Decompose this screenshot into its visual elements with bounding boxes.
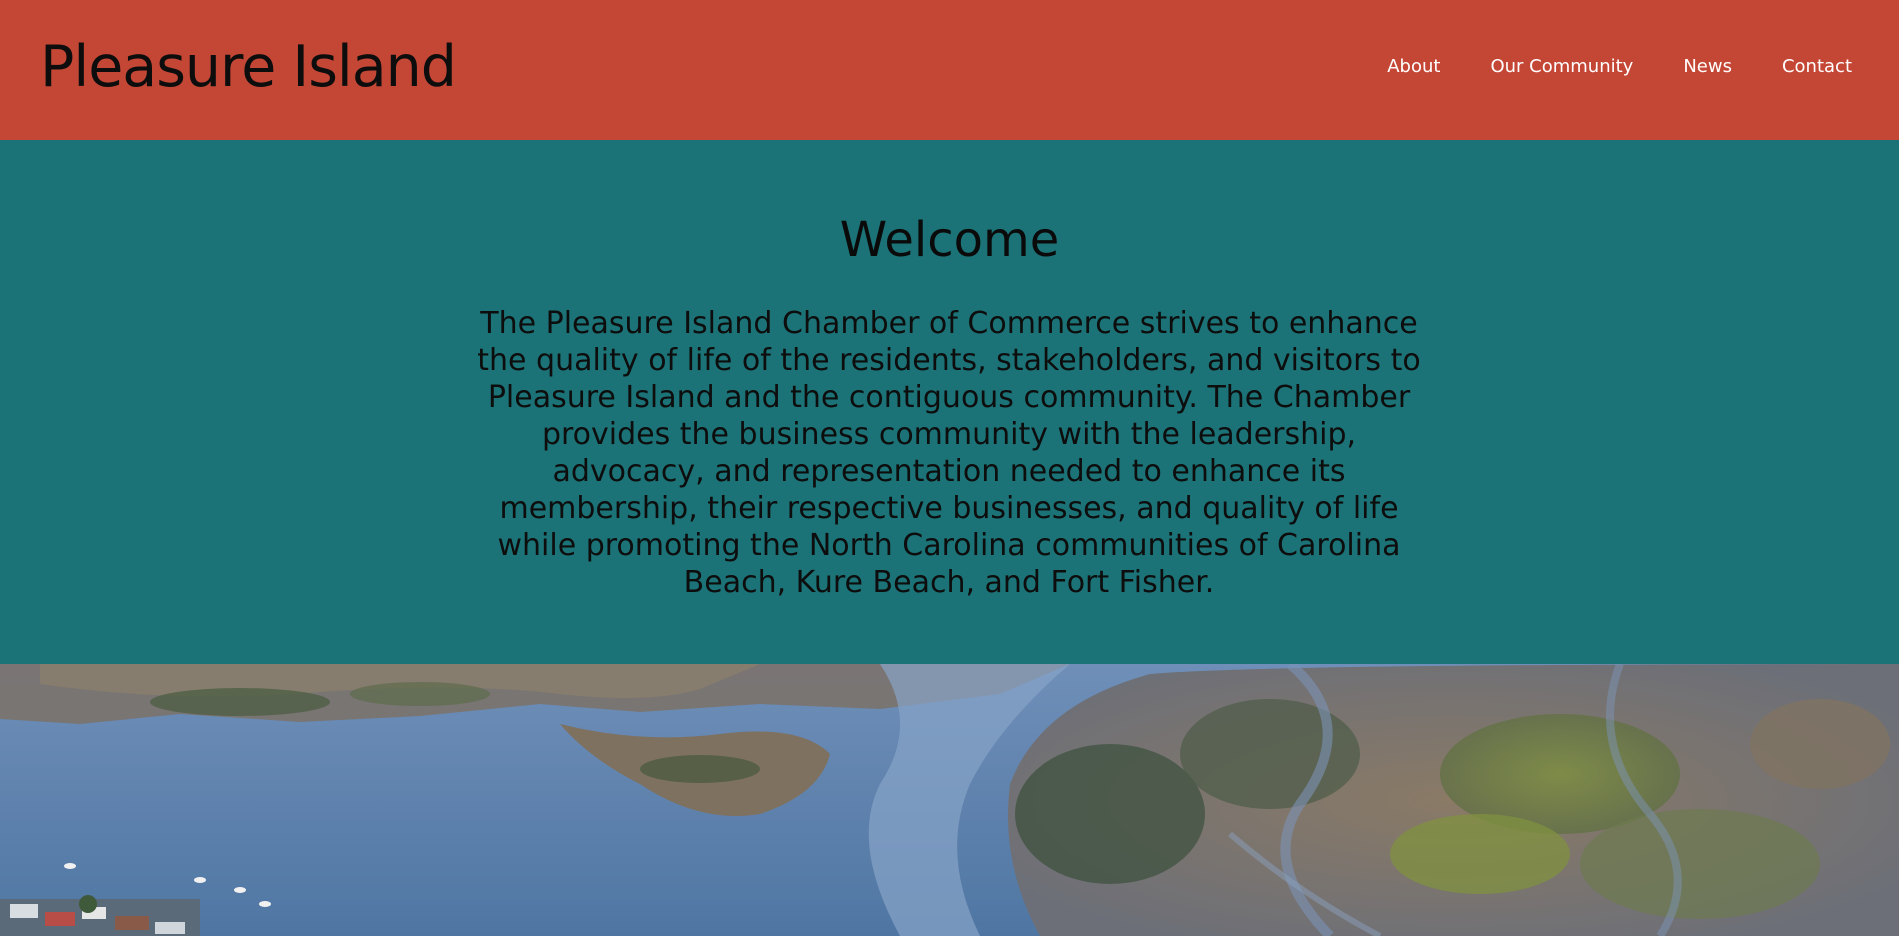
site-header: Pleasure Island About Our Community News…	[0, 0, 1899, 140]
nav-item-our-community[interactable]: Our Community	[1490, 56, 1633, 77]
welcome-heading: Welcome	[839, 212, 1060, 268]
nav-item-news[interactable]: News	[1683, 56, 1732, 77]
main-nav: About Our Community News Contact	[1387, 56, 1852, 77]
hero-image	[0, 664, 1899, 936]
site-title[interactable]: Pleasure Island	[40, 34, 457, 100]
welcome-text: The Pleasure Island Chamber of Commerce …	[477, 306, 1421, 600]
welcome-section: Welcome The Pleasure Island Chamber of C…	[0, 140, 1899, 664]
nav-item-contact[interactable]: Contact	[1782, 56, 1852, 77]
nav-item-about[interactable]: About	[1387, 56, 1440, 77]
aerial-marsh-image	[0, 664, 1899, 936]
